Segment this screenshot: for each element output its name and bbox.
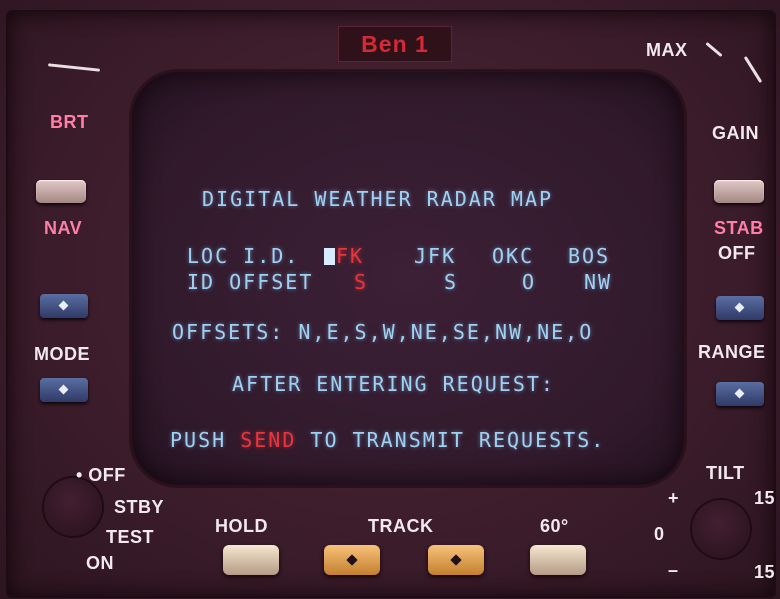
gain-button[interactable]: [714, 180, 764, 203]
loc-id-label: LOC I.D.: [187, 244, 300, 268]
offset-value-2: S: [444, 270, 459, 294]
tilt-plus-label: +: [668, 488, 680, 508]
track-label: TRACK: [368, 516, 434, 536]
deg60-label: 60°: [540, 516, 569, 536]
loc-value-4: BOS: [568, 244, 611, 268]
deg60-button[interactable]: [530, 545, 586, 575]
mode-label: MODE: [34, 344, 90, 364]
nav-label: NAV: [44, 218, 83, 238]
hold-label: HOLD: [215, 516, 268, 536]
hold-button[interactable]: [223, 545, 279, 575]
tilt-label: TILT: [706, 463, 745, 483]
tilt-minus-label: –: [668, 560, 679, 580]
track-right-button[interactable]: [428, 545, 484, 575]
loc-value-1: FK: [336, 244, 365, 268]
power-mode-knob[interactable]: [44, 478, 102, 536]
offset-label: ID OFFSET: [187, 270, 314, 294]
max-label: MAX: [646, 40, 688, 60]
power-test-label: TEST: [106, 527, 155, 547]
radar-bezel: Ben 1 BRT NAV MODE • OFF STBY TEST ON MA…: [0, 0, 780, 599]
offset-value-1: S: [354, 270, 369, 294]
nav-button[interactable]: [40, 294, 88, 318]
loc-value-3: OKC: [492, 244, 535, 268]
gain-label: GAIN: [712, 123, 759, 143]
brt-button[interactable]: [36, 180, 86, 203]
tilt-15-up-label: 15: [754, 488, 776, 508]
stab-button[interactable]: [716, 296, 764, 320]
offsets-line: OFFSETS: N,E,S,W,NE,SE,NW,NE,O: [172, 320, 594, 344]
after-entering-line: AFTER ENTERING REQUEST:: [232, 372, 555, 396]
offset-value-3: O: [522, 270, 537, 294]
screen-title: DIGITAL WEATHER RADAR MAP: [202, 187, 554, 211]
power-on-label: ON: [86, 553, 114, 573]
mode-button[interactable]: [40, 378, 88, 402]
track-left-button[interactable]: [324, 545, 380, 575]
text-cursor: [324, 248, 335, 265]
send-keyword: SEND: [240, 428, 297, 452]
loc-id-entry[interactable]: FK: [324, 244, 364, 268]
stab-label: STAB: [714, 218, 764, 238]
radar-display: DIGITAL WEATHER RADAR MAP LOC I.D. FK JF…: [132, 72, 684, 485]
offset-value-4: NW: [584, 270, 613, 294]
brt-label: BRT: [50, 112, 89, 132]
range-button[interactable]: [716, 382, 764, 406]
tilt-knob[interactable]: [692, 500, 750, 558]
brand-label: Ben 1: [338, 26, 452, 62]
tilt-zero-label: 0: [654, 524, 665, 544]
push-suffix: TO TRANSMIT REQUESTS.: [296, 428, 606, 452]
tilt-15-down-label: 15: [754, 562, 776, 582]
push-send-line: PUSH SEND TO TRANSMIT REQUESTS.: [170, 428, 605, 452]
stab-off-label: OFF: [718, 243, 756, 263]
loc-value-2: JFK: [414, 244, 457, 268]
push-prefix: PUSH: [170, 428, 241, 452]
power-stby-label: STBY: [114, 497, 165, 517]
range-label: RANGE: [698, 342, 766, 362]
power-off-label: • OFF: [76, 465, 126, 485]
